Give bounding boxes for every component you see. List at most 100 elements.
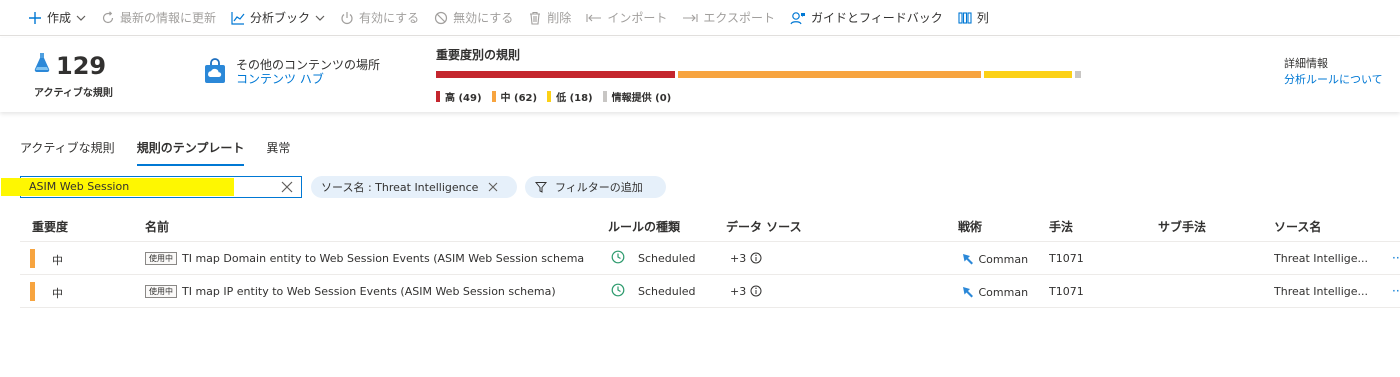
import-button[interactable]: インポート [586, 0, 667, 36]
create-button[interactable]: 作成 [28, 0, 86, 36]
row-data-source: +3 [730, 252, 747, 265]
clock-icon [611, 250, 625, 267]
column-header-subtechniques[interactable]: サブ手法 [1158, 218, 1206, 235]
severity-block: 重要度別の規則 高 (49) 中 (62) 低 (18) 情報提供 (0) [436, 46, 1096, 104]
column-header-severity[interactable]: 重要度 [32, 218, 68, 235]
in-use-badge: 使用中 [145, 252, 177, 265]
column-header-techniques[interactable]: 手法 [1049, 218, 1073, 235]
add-filter-button[interactable]: フィルターの追加 [525, 176, 666, 198]
summary-panel: 129 アクティブな規則 その他のコンテンツの場所 コンテンツ ハブ 重要度別の… [0, 38, 1400, 112]
severity-legend-item: 中 (62) [491, 89, 537, 104]
plus-icon [28, 11, 42, 25]
columns-label: 列 [976, 11, 989, 25]
workbook-button[interactable]: 分析ブック [231, 0, 325, 36]
row-name: TI map IP entity to Web Session Events (… [182, 285, 556, 298]
row-name: TI map Domain entity to Web Session Even… [182, 252, 585, 265]
clock-icon [611, 283, 625, 300]
block-icon [434, 11, 448, 25]
active-count-label: アクティブな規則 [34, 88, 113, 99]
flask-icon [34, 52, 56, 80]
column-header-name[interactable]: 名前 [145, 218, 169, 235]
row-data-source-cell[interactable]: +3 [730, 285, 762, 298]
row-severity: 中 [52, 287, 63, 300]
row-more-actions[interactable]: ··· [1392, 284, 1400, 298]
refresh-icon [101, 10, 115, 25]
row-tactic: Comman [978, 253, 1029, 266]
row-rule-type: Scheduled [638, 252, 696, 265]
severity-bar-segment [436, 71, 676, 78]
columns-icon [958, 11, 972, 25]
feedback-person-icon [790, 11, 806, 25]
row-data-source: +3 [730, 285, 747, 298]
column-header-data-source[interactable]: データ ソース [726, 218, 802, 235]
severity-legend-item: 情報提供 (0) [602, 89, 671, 104]
refresh-button[interactable]: 最新の情報に更新 [101, 0, 216, 36]
active-rules-count: 129 アクティブな規則 [34, 52, 113, 99]
severity-legend-swatch [436, 91, 440, 102]
columns-button[interactable]: 列 [958, 0, 989, 36]
column-header-source-name[interactable]: ソース名 [1274, 218, 1321, 235]
active-count-value: 129 [56, 52, 107, 80]
row-name-cell[interactable]: 使用中 TI map Domain entity to Web Session E… [145, 252, 591, 265]
clear-search-icon[interactable] [281, 181, 293, 196]
in-use-badge: 使用中 [145, 285, 177, 298]
import-arrow-icon [586, 11, 602, 25]
enable-label: 有効にする [359, 11, 420, 25]
import-label: インポート [607, 11, 668, 25]
command-control-icon [961, 253, 979, 266]
row-tactic: Comman [978, 286, 1029, 299]
severity-legend: 高 (49) 中 (62) 低 (18) 情報提供 (0) [436, 89, 1096, 104]
search-input[interactable]: ASIM Web Session [1, 176, 302, 198]
disable-button[interactable]: 無効にする [434, 0, 513, 36]
rules-tabs: アクティブな規則 規則のテンプレート 異常 [20, 139, 312, 166]
more-info-block: 詳細情報 分析ルールについて [1284, 56, 1383, 88]
severity-legend-item: 低 (18) [547, 89, 593, 104]
row-tactic-cell: Comman [961, 252, 1031, 266]
severity-bar [436, 71, 1096, 78]
workbook-label: 分析ブック [250, 11, 311, 25]
info-icon[interactable] [750, 252, 762, 265]
row-technique: T1071 [1049, 252, 1084, 265]
delete-button[interactable]: 削除 [528, 0, 571, 36]
severity-indicator [30, 282, 35, 301]
table-header-row: 重要度 名前 ルールの種類 データ ソース 戦術 手法 サブ手法 ソース名 [20, 210, 1400, 242]
row-data-source-cell[interactable]: +3 [730, 252, 762, 265]
content-hub-bag-icon [204, 58, 226, 87]
severity-title: 重要度別の規則 [436, 48, 521, 62]
column-header-tactics[interactable]: 戦術 [958, 218, 982, 235]
row-more-actions[interactable]: ··· [1392, 251, 1400, 265]
rules-table: 重要度 名前 ルールの種類 データ ソース 戦術 手法 サブ手法 ソース名 中 … [20, 210, 1400, 308]
table-row[interactable]: 中 使用中 TI map IP entity to Web Session Eve… [20, 275, 1400, 308]
content-hub-block: その他のコンテンツの場所 コンテンツ ハブ [204, 58, 380, 87]
tab-anomalies[interactable]: 異常 [266, 139, 290, 166]
column-header-rule-type[interactable]: ルールの種類 [608, 218, 680, 235]
feedback-label: ガイドとフィードバック [810, 11, 943, 25]
severity-legend-item: 高 (49) [436, 89, 482, 104]
remove-filter-icon[interactable] [488, 182, 498, 192]
analytics-rules-link[interactable]: 分析ルールについて [1284, 72, 1383, 88]
content-hub-link[interactable]: コンテンツ ハブ [236, 72, 380, 86]
enable-button[interactable]: 有効にする [340, 0, 419, 36]
row-name-cell[interactable]: 使用中 TI map IP entity to Web Session Event… [145, 285, 591, 298]
create-label: 作成 [47, 11, 72, 25]
add-filter-label: フィルターの追加 [555, 181, 643, 194]
power-icon [340, 11, 354, 25]
severity-legend-label: 高 (49) [445, 93, 482, 104]
export-button[interactable]: エクスポート [682, 0, 775, 36]
table-row[interactable]: 中 使用中 TI map Domain entity to Web Session… [20, 242, 1400, 275]
feedback-button[interactable]: ガイドとフィードバック [790, 0, 943, 36]
severity-bar-segment [984, 71, 1072, 78]
source-filter-label: ソース名 : Threat Intelligence [321, 181, 479, 194]
info-icon[interactable] [750, 285, 762, 298]
severity-indicator [30, 249, 35, 268]
disable-label: 無効にする [453, 11, 514, 25]
refresh-label: 最新の情報に更新 [120, 11, 217, 25]
row-technique: T1071 [1049, 285, 1084, 298]
tab-active-rules[interactable]: アクティブな規則 [20, 139, 115, 166]
row-tactic-cell: Comman [961, 285, 1031, 299]
delete-label: 削除 [547, 11, 572, 25]
source-filter-chip[interactable]: ソース名 : Threat Intelligence [311, 176, 517, 198]
export-arrow-icon [682, 11, 698, 25]
search-input-value: ASIM Web Session [29, 180, 130, 193]
tab-rule-templates[interactable]: 規則のテンプレート [136, 139, 245, 166]
